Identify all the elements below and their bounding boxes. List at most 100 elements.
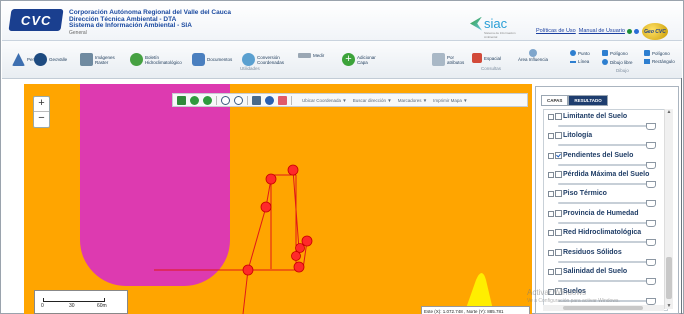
plus-icon: + [342, 53, 355, 66]
layer-checkbox[interactable] [555, 210, 562, 217]
conversion-button[interactable]: Conversión Coordenadas [242, 53, 287, 66]
layer-checkbox[interactable] [555, 190, 562, 197]
eraser-icon[interactable] [278, 95, 287, 105]
expand-icon[interactable] [548, 249, 554, 256]
layer-checkbox[interactable] [555, 152, 562, 159]
boletin-button[interactable]: Boletín Hidroclimatológico [130, 53, 185, 66]
imagenes-raster-button[interactable]: Imágenes Raster [80, 53, 121, 66]
linea-button[interactable]: Línea [570, 59, 589, 64]
slider-handle[interactable] [646, 200, 656, 207]
siac-logo[interactable]: siac Sistema de Información Ambiental [470, 16, 516, 39]
scroll-down-icon[interactable]: ▼ [666, 303, 672, 309]
slider-handle[interactable] [646, 298, 656, 305]
por-atributos-button[interactable]: Por atributos [432, 53, 469, 66]
org-sub: General [69, 29, 87, 36]
layer-checkbox[interactable] [555, 113, 562, 120]
scroll-up-icon[interactable]: ▲ [666, 109, 672, 115]
layer-item: Residuos Sólidos [548, 249, 658, 266]
documentos-button[interactable]: Documentos [192, 53, 232, 66]
opacity-slider[interactable] [558, 259, 656, 266]
organization-title: Corporación Autónoma Regional del Valle … [69, 9, 231, 36]
imprimir-mapa-dropdown[interactable]: Imprimir Mapa ▼ [433, 98, 467, 103]
map-toolbar: Ubicar Coordenada ▼ Buscar dirección ▼ M… [172, 93, 528, 107]
geocvc-logo[interactable]: Geo CVC [642, 23, 668, 40]
back-icon[interactable] [190, 95, 199, 105]
tab-capas[interactable]: CAPAS [541, 95, 569, 106]
slider-handle[interactable] [646, 142, 656, 149]
map-point[interactable] [242, 264, 254, 276]
layer-checkbox[interactable] [555, 249, 562, 256]
opacity-slider[interactable] [558, 200, 656, 207]
scrollbar-thumb[interactable] [666, 257, 672, 299]
policies-link[interactable]: Políticas de Uso [536, 28, 576, 34]
expand-icon[interactable] [548, 268, 554, 275]
geovalle-button[interactable]: GeoValle [34, 53, 67, 66]
expand-icon[interactable] [548, 152, 554, 159]
layer-checkbox[interactable] [555, 171, 562, 178]
espacial-button[interactable]: Espacial [472, 53, 501, 63]
expand-icon[interactable] [548, 190, 554, 197]
map-point[interactable] [295, 243, 305, 253]
mountain-icon [12, 53, 25, 66]
layer-item: Salinidad del Suelo [548, 268, 658, 285]
adicionar-capa-button[interactable]: + Adicionar Capa [342, 53, 379, 66]
buscar-direccion-dropdown[interactable]: Buscar dirección ▼ [353, 98, 392, 103]
slider-handle[interactable] [646, 239, 656, 246]
map-point[interactable] [260, 201, 272, 213]
map-point[interactable] [293, 261, 305, 273]
expand-icon[interactable] [548, 113, 554, 120]
expand-icon[interactable] [548, 229, 554, 236]
zoom-in-button[interactable]: + [34, 97, 49, 112]
dibujo-libre-button[interactable]: Dibujo libre [602, 59, 633, 65]
expand-icon[interactable] [548, 132, 554, 139]
opacity-slider[interactable] [558, 142, 656, 149]
zoom-in-tool-icon[interactable] [221, 95, 230, 105]
poligono2-button[interactable]: Polígono [644, 50, 670, 56]
full-extent-icon[interactable] [177, 95, 186, 105]
layer-list-scrollbar[interactable]: ▲ ▼ [664, 109, 673, 309]
group-utilidades: Utilidades [240, 66, 260, 71]
pencil-icon [432, 53, 445, 66]
layer-checkbox[interactable] [555, 268, 562, 275]
scale-line [43, 298, 105, 302]
slider-handle[interactable] [646, 123, 656, 130]
slider-handle[interactable] [646, 259, 656, 266]
forward-icon[interactable] [203, 95, 212, 105]
slider-handle[interactable] [646, 278, 656, 285]
polygon2-icon [644, 50, 650, 56]
opacity-slider[interactable] [558, 278, 656, 285]
marcadores-dropdown[interactable]: Marcadores ▼ [398, 98, 427, 103]
expand-icon[interactable] [548, 210, 554, 217]
layer-checkbox[interactable] [555, 132, 562, 139]
medir-button[interactable]: Medir [298, 53, 324, 58]
rectangulo-button[interactable]: Rectángulo [644, 59, 675, 64]
map-point[interactable] [287, 164, 299, 176]
slider-handle[interactable] [646, 162, 656, 169]
slider-handle[interactable] [646, 181, 656, 188]
map-point[interactable] [265, 173, 277, 185]
poligono-button[interactable]: Polígono [602, 50, 628, 56]
opacity-slider[interactable] [558, 181, 656, 188]
manual-link[interactable]: Manual de Usuario [579, 28, 625, 34]
opacity-slider[interactable] [558, 220, 656, 227]
cvc-logo[interactable]: CVC [8, 9, 64, 31]
ubicar-coordenada-dropdown[interactable]: Ubicar Coordenada ▼ [302, 98, 347, 103]
area-influencia-button[interactable]: Área Influencia [518, 49, 548, 62]
layer-checkbox[interactable] [555, 229, 562, 236]
expand-icon[interactable] [548, 171, 554, 178]
horizontal-scrollbar-thumb[interactable] [563, 306, 643, 310]
map-point[interactable] [301, 235, 313, 247]
slider-handle[interactable] [646, 220, 656, 227]
scale-bar: 0 30 60m [34, 290, 128, 314]
map-canvas[interactable]: + − Ubicar Coordenada ▼ Buscar dirección… [24, 84, 532, 314]
info-icon[interactable] [265, 95, 274, 105]
opacity-slider[interactable] [558, 239, 656, 246]
pan-icon[interactable] [252, 95, 261, 105]
zoom-out-tool-icon[interactable] [234, 95, 243, 105]
opacity-slider[interactable] [558, 162, 656, 169]
zoom-out-button[interactable]: − [34, 112, 49, 126]
tab-resultado[interactable]: RESULTADO [568, 95, 608, 106]
punto-button[interactable]: Punto [570, 50, 590, 56]
map-point[interactable] [291, 251, 301, 261]
opacity-slider[interactable] [558, 123, 656, 130]
